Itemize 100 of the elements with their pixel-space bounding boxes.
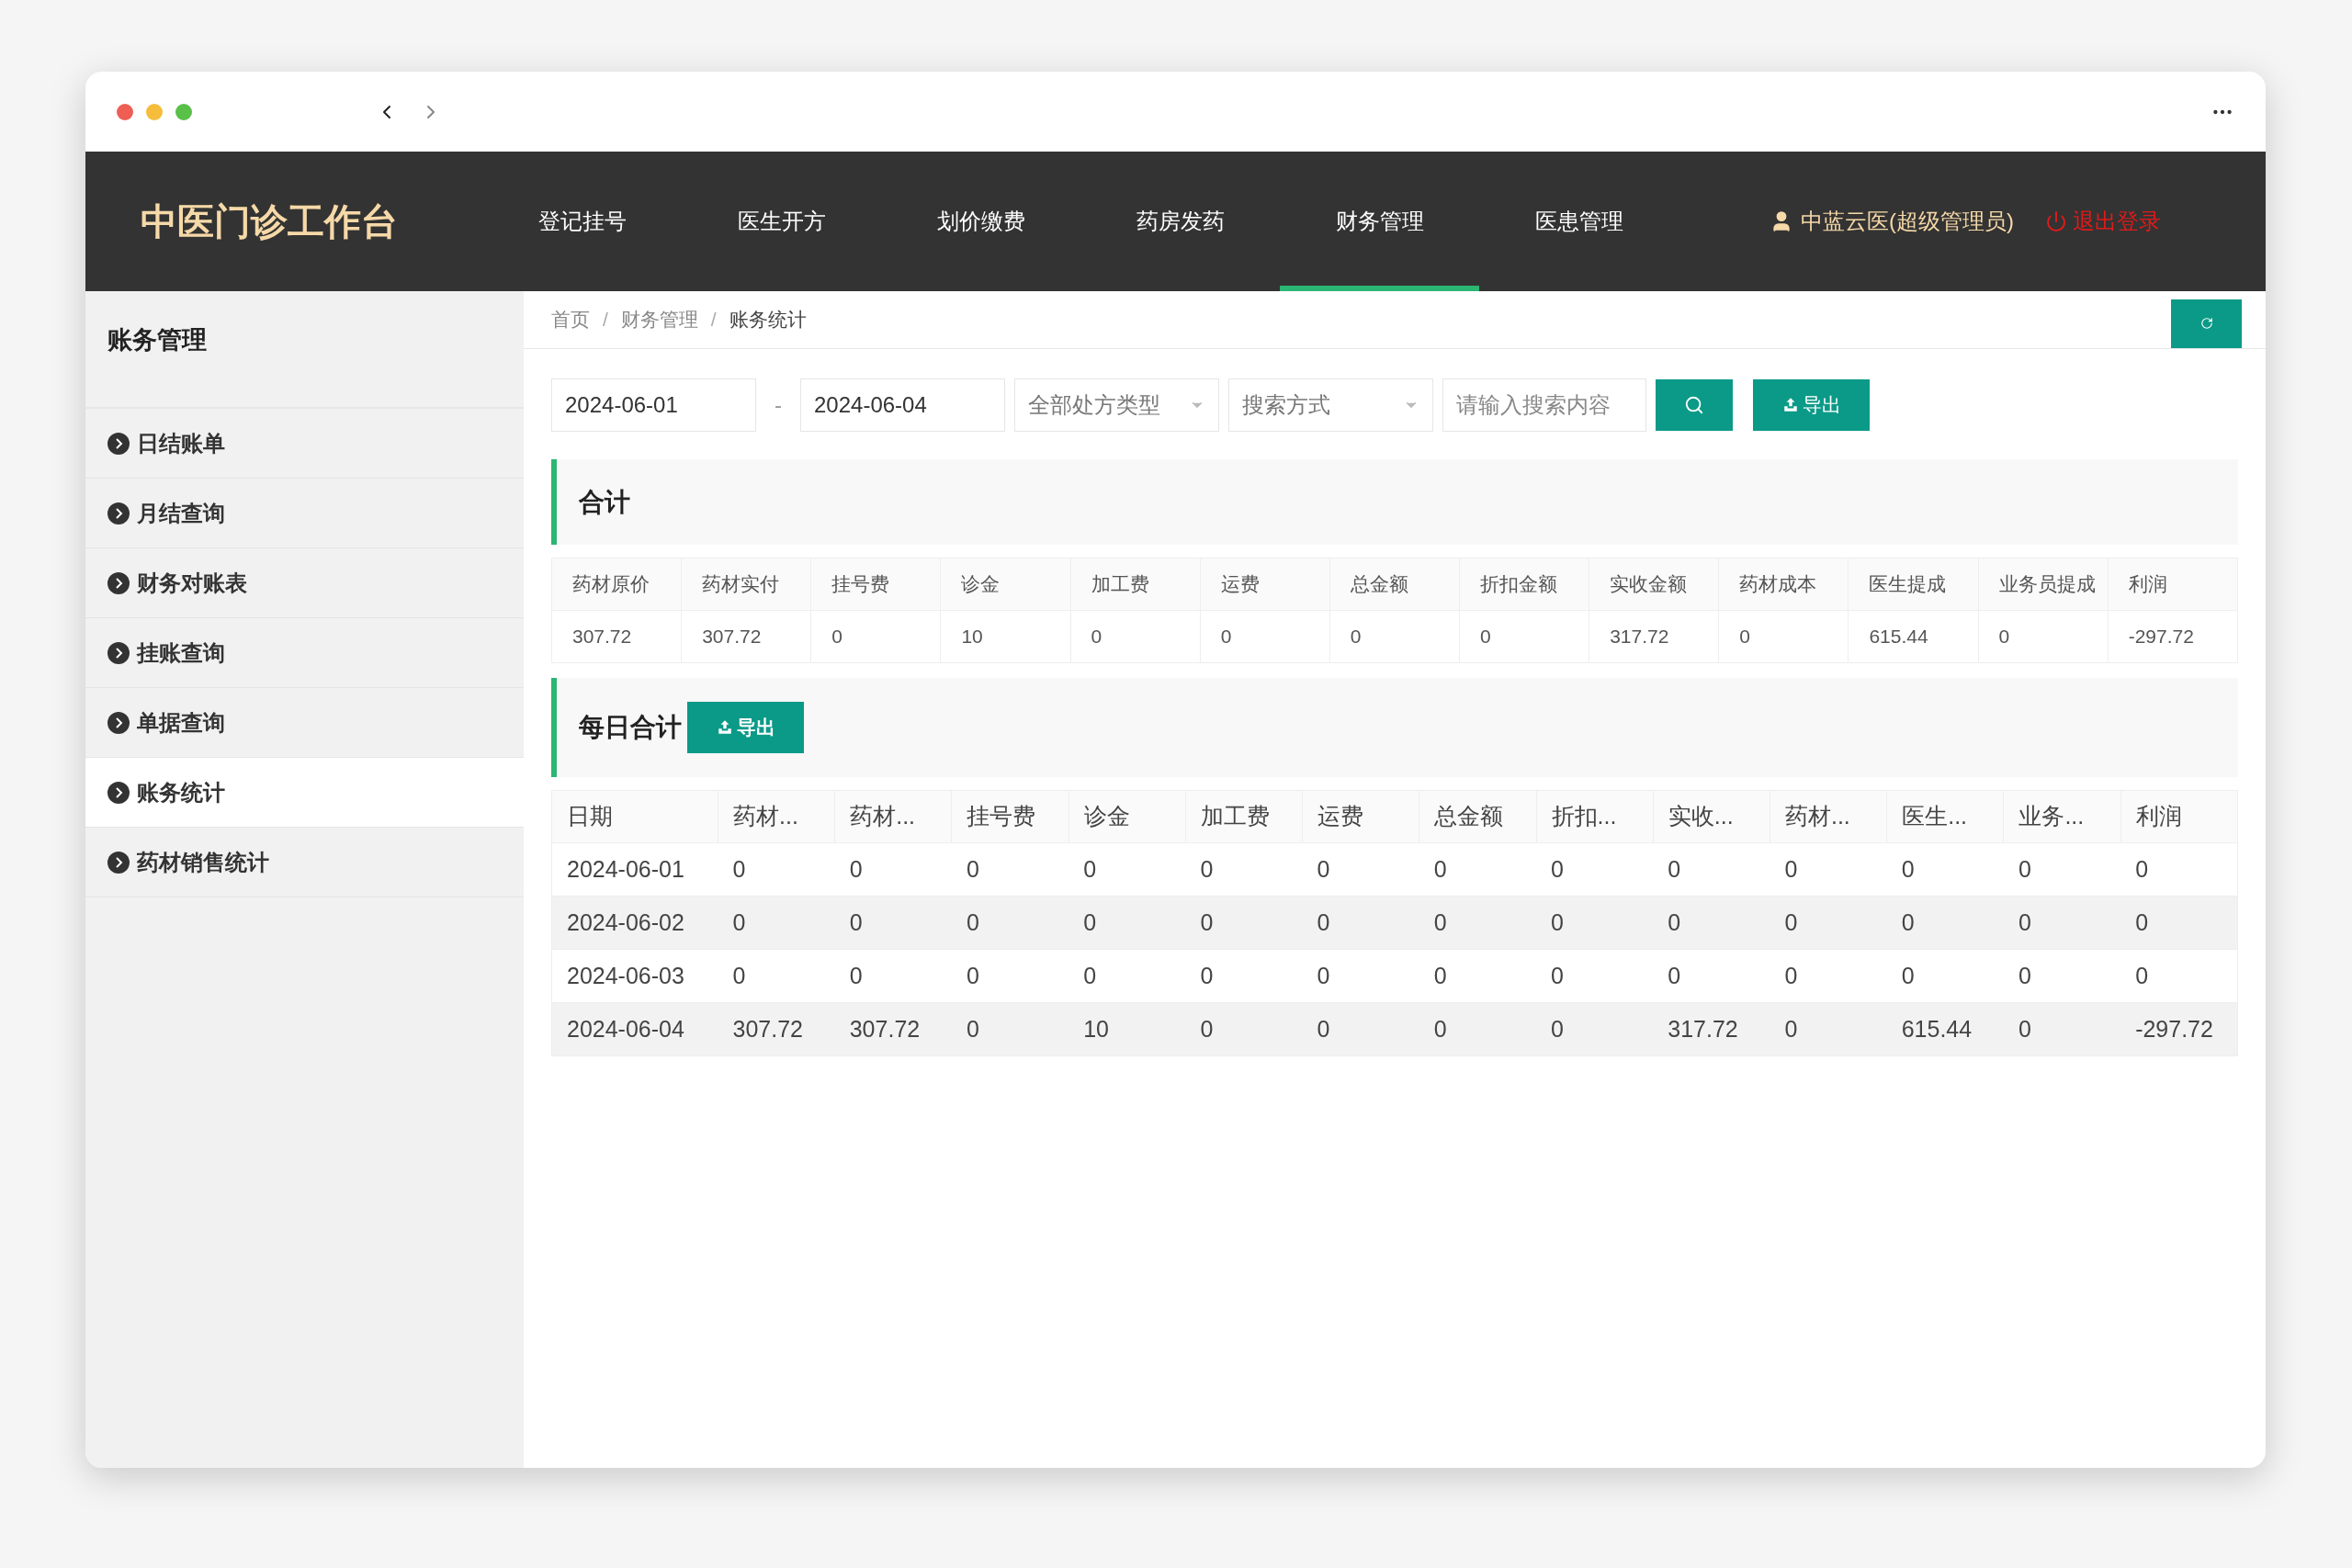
table-cell: 0 xyxy=(951,842,1069,897)
column-header: 折扣金额 xyxy=(1459,558,1589,611)
column-header: 医生提成 xyxy=(1848,558,1979,611)
table-cell: 0 xyxy=(1185,1002,1303,1056)
table-cell: 307.72 xyxy=(834,1002,952,1056)
prescription-type-select[interactable]: 全部处方类型 xyxy=(1014,378,1219,432)
column-header: 医生... xyxy=(1886,790,2004,843)
column-header: 运费 xyxy=(1200,558,1330,611)
table-cell: 615.44 xyxy=(1886,1002,2004,1056)
table-cell: 0 xyxy=(718,842,835,897)
table-cell: 0 xyxy=(951,896,1069,950)
column-header: 药材... xyxy=(718,790,835,843)
column-header: 药材... xyxy=(834,790,952,843)
table-cell: 0 xyxy=(2120,949,2238,1003)
table-cell: 0 xyxy=(951,1002,1069,1056)
search-button[interactable] xyxy=(1656,379,1733,431)
breadcrumb-separator: / xyxy=(603,308,608,333)
table-cell: 0 xyxy=(1069,842,1186,897)
nav-tab[interactable]: 财务管理 xyxy=(1280,152,1479,291)
column-header: 挂号费 xyxy=(951,790,1069,843)
column-header: 挂号费 xyxy=(810,558,941,611)
column-header: 利润 xyxy=(2120,790,2238,843)
column-header: 诊金 xyxy=(1069,790,1186,843)
export-button[interactable]: 导出 xyxy=(1753,379,1870,431)
table-cell: -297.72 xyxy=(2108,610,2238,663)
column-header: 药材实付 xyxy=(681,558,811,611)
nav-tab[interactable]: 药房发药 xyxy=(1080,152,1280,291)
table-cell: 307.72 xyxy=(681,610,811,663)
start-date-field[interactable]: 2024-06-01 xyxy=(551,378,756,432)
chevron-circle-icon xyxy=(107,571,130,594)
nav-tab[interactable]: 划价缴费 xyxy=(881,152,1080,291)
table-cell: 317.72 xyxy=(1589,610,1719,663)
table-cell: 10 xyxy=(940,610,1071,663)
user-name[interactable]: 中蓝云医(超级管理员) xyxy=(1801,205,2014,238)
table-cell: 0 xyxy=(2003,896,2121,950)
table-cell: 0 xyxy=(1302,949,1419,1003)
column-header: 诊金 xyxy=(940,558,1071,611)
table-cell: 0 xyxy=(718,949,835,1003)
table-cell: 0 xyxy=(834,842,952,897)
table-cell: 0 xyxy=(1886,896,2004,950)
section-title: 每日合计 xyxy=(579,712,682,743)
table-cell: 10 xyxy=(1069,1002,1186,1056)
table-cell: -297.72 xyxy=(2120,1002,2238,1056)
date-range-separator: - xyxy=(775,391,782,419)
table-cell: 0 xyxy=(1718,610,1849,663)
table-cell: 0 xyxy=(1653,896,1770,950)
table-cell: 0 xyxy=(1536,949,1654,1003)
upload-box-icon xyxy=(716,719,733,736)
column-header: 实收... xyxy=(1653,790,1770,843)
table-cell: 0 xyxy=(1770,842,1887,897)
column-header: 利润 xyxy=(2108,558,2238,611)
table-cell: 0 xyxy=(1419,896,1537,950)
table-cell: 0 xyxy=(1302,896,1419,950)
power-icon xyxy=(2045,210,2067,232)
nav-tab[interactable]: 医生开方 xyxy=(682,152,881,291)
table-cell: 0 xyxy=(1770,896,1887,950)
table-cell: 317.72 xyxy=(1653,1002,1770,1056)
nav-tab[interactable]: 医患管理 xyxy=(1479,152,1679,291)
export-button[interactable]: 导出 xyxy=(687,702,804,753)
column-header: 药材原价 xyxy=(551,558,682,611)
search-input-field[interactable]: 请输入搜索内容 xyxy=(1442,378,1646,432)
table-cell: 0 xyxy=(1069,949,1186,1003)
sidebar-title: 账务管理 xyxy=(107,324,207,355)
chevron-circle-icon xyxy=(107,432,130,455)
table-cell: 615.44 xyxy=(1848,610,1979,663)
table-cell: 0 xyxy=(2120,842,2238,897)
table-cell: 0 xyxy=(2120,896,2238,950)
table-cell: 0 xyxy=(1770,1002,1887,1056)
table-cell: 0 xyxy=(951,949,1069,1003)
breadcrumb-separator: / xyxy=(710,308,717,333)
chevron-circle-icon xyxy=(107,851,130,874)
table-cell: 0 xyxy=(1536,1002,1654,1056)
table-cell: 0 xyxy=(834,896,952,950)
breadcrumb-item[interactable]: 首页 xyxy=(551,305,590,334)
table-cell: 0 xyxy=(1978,610,2109,663)
table-cell: 0 xyxy=(1886,842,2004,897)
sidebar-item[interactable]: 账务统计 xyxy=(85,758,524,828)
end-date-field[interactable]: 2024-06-04 xyxy=(800,378,1005,432)
search-icon xyxy=(1684,395,1704,415)
table-cell: 0 xyxy=(1185,896,1303,950)
column-header: 日期 xyxy=(551,790,718,843)
table-cell: 0 xyxy=(834,949,952,1003)
column-header: 运费 xyxy=(1302,790,1419,843)
table-cell: 0 xyxy=(2003,949,2121,1003)
table-cell: 0 xyxy=(1329,610,1460,663)
nav-tab[interactable]: 登记挂号 xyxy=(482,152,682,291)
breadcrumb-item[interactable]: 账务统计 xyxy=(729,305,807,334)
table-cell: 0 xyxy=(1419,1002,1537,1056)
breadcrumb-item[interactable]: 财务管理 xyxy=(620,305,698,334)
column-header: 折扣... xyxy=(1536,790,1654,843)
table-cell: 0 xyxy=(1653,949,1770,1003)
table-cell: 0 xyxy=(1302,842,1419,897)
table-cell: 0 xyxy=(1459,610,1589,663)
table-cell: 0 xyxy=(1653,842,1770,897)
table-cell: 0 xyxy=(1419,842,1537,897)
table-cell: 0 xyxy=(1770,949,1887,1003)
table-cell: 0 xyxy=(1886,949,2004,1003)
refresh-button[interactable] xyxy=(2171,299,2242,348)
search-mode-select[interactable]: 搜索方式 xyxy=(1228,378,1433,432)
column-header: 业务... xyxy=(2003,790,2121,843)
